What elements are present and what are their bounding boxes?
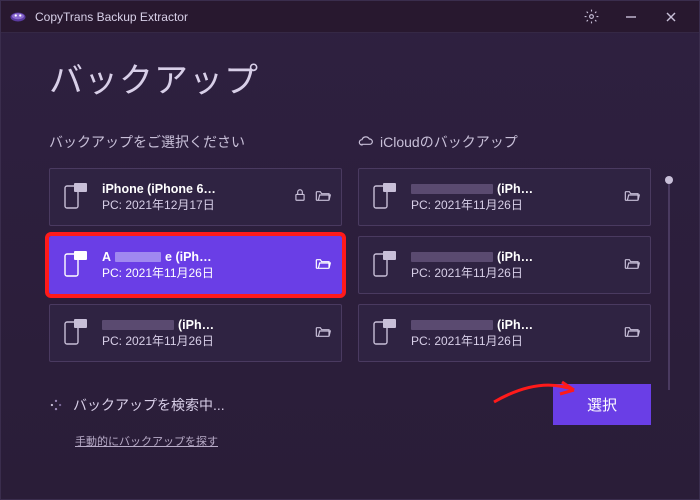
- device-icon: [369, 318, 401, 348]
- manual-search-link[interactable]: 手動的にバックアップを探す: [75, 433, 651, 449]
- device-icon: [60, 250, 92, 280]
- backup-name: (iPh…: [411, 182, 614, 196]
- card-actions: [624, 324, 640, 343]
- folder-open-icon[interactable]: [624, 188, 640, 207]
- scroll-thumb[interactable]: [665, 176, 673, 184]
- card-actions: [315, 256, 331, 275]
- icloud-column: iCloudのバックアップ (iPh… PC: 2021年11月26日: [358, 132, 651, 362]
- backup-subtitle: PC: 2021年11月26日: [411, 196, 614, 213]
- content-area: バックアップ バックアップをご選択ください iPhone (iPhone 6… …: [1, 33, 699, 499]
- titlebar: CopyTrans Backup Extractor: [1, 1, 699, 33]
- backup-card-local-0[interactable]: iPhone (iPhone 6… PC: 2021年12月17日: [49, 168, 342, 226]
- device-icon: [369, 250, 401, 280]
- folder-open-icon[interactable]: [315, 188, 331, 207]
- backup-columns: バックアップをご選択ください iPhone (iPhone 6… PC: 202…: [49, 132, 651, 362]
- backup-subtitle: PC: 2021年11月26日: [102, 264, 305, 281]
- backup-card-icloud-2[interactable]: (iPh… PC: 2021年11月26日: [358, 304, 651, 362]
- footer: バックアップを検索中... 選択: [49, 384, 651, 425]
- local-column-header: バックアップをご選択ください: [49, 132, 342, 152]
- scrollbar[interactable]: [668, 180, 670, 390]
- select-button[interactable]: 選択: [553, 384, 651, 425]
- backup-name: (iPh…: [102, 318, 305, 332]
- device-icon: [60, 182, 92, 212]
- backup-card-icloud-0[interactable]: (iPh… PC: 2021年11月26日: [358, 168, 651, 226]
- card-actions: [293, 188, 331, 207]
- backup-text: iPhone (iPhone 6… PC: 2021年12月17日: [102, 182, 283, 213]
- backup-subtitle: PC: 2021年12月17日: [102, 196, 283, 213]
- folder-open-icon[interactable]: [624, 324, 640, 343]
- device-icon: [369, 182, 401, 212]
- device-icon: [60, 318, 92, 348]
- settings-button[interactable]: [571, 1, 611, 33]
- backup-name: (iPh…: [411, 250, 614, 264]
- backup-text: Ae (iPh… PC: 2021年11月26日: [102, 250, 305, 281]
- backup-text: (iPh… PC: 2021年11月26日: [411, 318, 614, 349]
- backup-subtitle: PC: 2021年11月26日: [411, 264, 614, 281]
- folder-open-icon[interactable]: [315, 324, 331, 343]
- backup-name: (iPh…: [411, 318, 614, 332]
- lock-icon: [293, 188, 307, 207]
- page-title: バックアップ: [49, 53, 651, 102]
- folder-open-icon[interactable]: [624, 256, 640, 275]
- backup-card-local-1[interactable]: Ae (iPh… PC: 2021年11月26日: [49, 236, 342, 294]
- backup-subtitle: PC: 2021年11月26日: [411, 332, 614, 349]
- backup-text: (iPh… PC: 2021年11月26日: [102, 318, 305, 349]
- backup-text: (iPh… PC: 2021年11月26日: [411, 250, 614, 281]
- folder-open-icon[interactable]: [315, 256, 331, 275]
- card-actions: [624, 188, 640, 207]
- spinner-icon: [49, 398, 63, 412]
- minimize-button[interactable]: [611, 1, 651, 33]
- backup-subtitle: PC: 2021年11月26日: [102, 332, 305, 349]
- card-actions: [315, 324, 331, 343]
- close-button[interactable]: [651, 1, 691, 33]
- backup-name: Ae (iPh…: [102, 250, 305, 264]
- backup-name: iPhone (iPhone 6…: [102, 182, 283, 196]
- backup-text: (iPh… PC: 2021年11月26日: [411, 182, 614, 213]
- card-actions: [624, 256, 640, 275]
- app-title: CopyTrans Backup Extractor: [35, 10, 571, 24]
- cloud-icon: [358, 134, 374, 150]
- local-column: バックアップをご選択ください iPhone (iPhone 6… PC: 202…: [49, 132, 342, 362]
- backup-card-local-2[interactable]: (iPh… PC: 2021年11月26日: [49, 304, 342, 362]
- app-window: CopyTrans Backup Extractor バックアップ バックアップ…: [0, 0, 700, 500]
- backup-card-icloud-1[interactable]: (iPh… PC: 2021年11月26日: [358, 236, 651, 294]
- searching-status: バックアップを検索中...: [49, 395, 225, 415]
- icloud-column-header: iCloudのバックアップ: [358, 132, 651, 152]
- app-icon: [9, 8, 27, 26]
